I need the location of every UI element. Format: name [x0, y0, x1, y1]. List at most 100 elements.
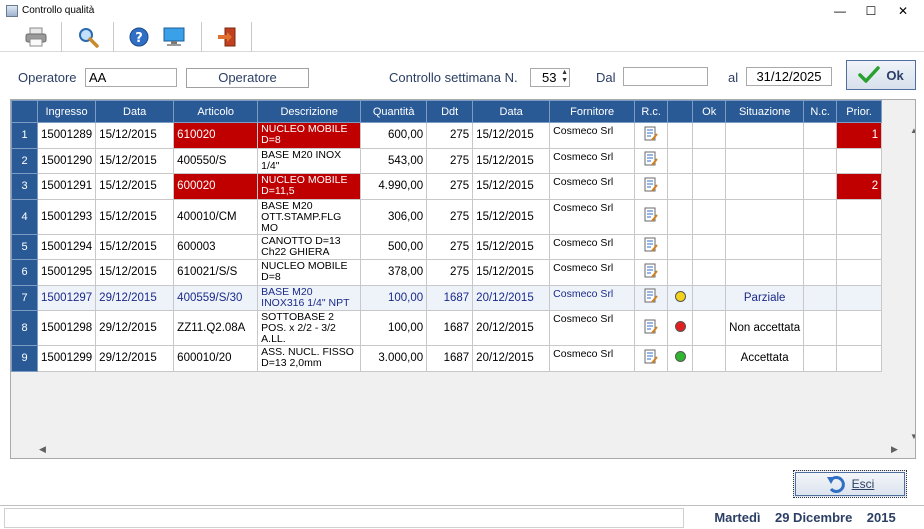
horizontal-scrollbar[interactable]: ◀ ▶ [11, 442, 910, 458]
cell-ok[interactable] [692, 147, 727, 174]
cell-rc[interactable] [634, 122, 669, 149]
cell-data[interactable]: 29/12/2015 [95, 310, 175, 346]
cell-prior[interactable] [836, 310, 883, 346]
document-edit-icon[interactable] [644, 207, 658, 223]
cell-rc[interactable] [634, 259, 669, 286]
cell-status[interactable] [667, 198, 694, 235]
search-button[interactable] [64, 22, 112, 52]
cell-prior[interactable]: 2 [836, 173, 883, 200]
cell-quantita[interactable]: 600,00 [360, 122, 428, 149]
cell-nc[interactable] [803, 173, 838, 200]
cell-rc[interactable] [634, 173, 669, 200]
header-rc[interactable]: R.c. [634, 100, 669, 123]
cell-ddt[interactable]: 1687 [426, 345, 474, 372]
cell-data[interactable]: 15/12/2015 [95, 122, 175, 149]
cell-status[interactable] [667, 173, 694, 200]
cell-fornitore[interactable]: Cosmeco Srl [549, 284, 636, 311]
document-edit-icon[interactable] [644, 288, 658, 304]
print-button[interactable] [12, 22, 60, 52]
scroll-left-icon[interactable]: ◀ [39, 444, 46, 455]
cell-ingresso[interactable]: 15001290 [36, 147, 97, 174]
document-edit-icon[interactable] [644, 177, 658, 193]
cell-prior[interactable] [836, 147, 883, 174]
cell-fornitore[interactable]: Cosmeco Srl [549, 147, 636, 174]
maximize-button[interactable]: ☐ [856, 2, 886, 20]
cell-status[interactable] [667, 284, 694, 311]
cell-data[interactable]: 15/12/2015 [95, 233, 175, 260]
cell-situazione[interactable] [725, 147, 805, 174]
cell-ddt[interactable]: 275 [426, 147, 474, 174]
cell-ddt[interactable]: 1687 [426, 284, 474, 311]
header-quantita[interactable]: Quantità [360, 100, 428, 123]
cell-articolo[interactable]: 600010/20 [173, 345, 259, 372]
header-prior[interactable]: Prior. [836, 100, 883, 123]
scroll-up-icon[interactable]: ▲ [910, 126, 915, 135]
cell-prior[interactable] [836, 259, 883, 286]
cell-descrizione[interactable]: ASS. NUCL. FISSO D=13 2,0mm [257, 345, 362, 372]
cell-data[interactable]: 29/12/2015 [95, 345, 175, 372]
cell-descrizione[interactable]: BASE M20 OTT.STAMP.FLG MO [257, 198, 362, 235]
cell-ok[interactable] [692, 259, 727, 286]
cell-articolo[interactable]: 400550/S [173, 147, 259, 174]
cell-fornitore[interactable]: Cosmeco Srl [549, 310, 636, 346]
cell-ok[interactable] [692, 345, 727, 372]
row-number[interactable]: 3 [11, 173, 38, 200]
table-row[interactable]: 4 15001293 15/12/2015 400010/CM BASE M20 OTT… [11, 198, 883, 235]
cell-descrizione[interactable]: NUCLEO MOBILE D=11,5 [257, 173, 362, 200]
quality-grid[interactable]: Ingresso Data Articolo Descrizione Quant… [10, 99, 916, 459]
cell-ddt[interactable]: 275 [426, 259, 474, 286]
header-ingresso[interactable]: Ingresso [36, 100, 97, 123]
cell-nc[interactable] [803, 259, 838, 286]
cell-ok[interactable] [692, 310, 727, 346]
cell-articolo[interactable]: 600003 [173, 233, 259, 260]
cell-articolo[interactable]: 400010/CM [173, 198, 259, 235]
table-row[interactable]: 9 15001299 29/12/2015 600010/20 ASS. NUCL. F… [11, 345, 883, 372]
cell-rc[interactable] [634, 284, 669, 311]
close-button[interactable]: ✕ [888, 2, 918, 20]
cell-ddt[interactable]: 275 [426, 233, 474, 260]
cell-prior[interactable] [836, 284, 883, 311]
cell-situazione[interactable]: Non accettata [725, 310, 805, 346]
header-nc[interactable]: N.c. [803, 100, 838, 123]
cell-nc[interactable] [803, 198, 838, 235]
row-number[interactable]: 8 [11, 310, 38, 346]
cell-ok[interactable] [692, 122, 727, 149]
cell-data[interactable]: 15/12/2015 [95, 147, 175, 174]
cell-data-ddt[interactable]: 15/12/2015 [472, 198, 551, 235]
cell-descrizione[interactable]: CANOTTO D=13 Ch22 GHIERA [257, 233, 362, 260]
cell-nc[interactable] [803, 233, 838, 260]
cell-quantita[interactable]: 4.990,00 [360, 173, 428, 200]
header-ddt[interactable]: Ddt [426, 100, 474, 123]
cell-status[interactable] [667, 233, 694, 260]
cell-nc[interactable] [803, 122, 838, 149]
header-situazione[interactable]: Situazione [725, 100, 805, 123]
row-number[interactable]: 6 [11, 259, 38, 286]
row-number[interactable]: 5 [11, 233, 38, 260]
cell-articolo[interactable]: 400559/S/30 [173, 284, 259, 311]
cell-articolo[interactable]: 600020 [173, 173, 259, 200]
cell-ingresso[interactable]: 15001295 [36, 259, 97, 286]
cell-situazione[interactable] [725, 122, 805, 149]
cell-ddt[interactable]: 1687 [426, 310, 474, 346]
cell-situazione[interactable] [725, 259, 805, 286]
cell-status[interactable] [667, 310, 694, 346]
row-number[interactable]: 1 [11, 122, 38, 149]
cell-ingresso[interactable]: 15001298 [36, 310, 97, 346]
operatore-input[interactable]: AA [85, 68, 177, 87]
cell-status[interactable] [667, 345, 694, 372]
cell-articolo[interactable]: 610020 [173, 122, 259, 149]
cell-data[interactable]: 29/12/2015 [95, 284, 175, 311]
row-number[interactable]: 9 [11, 345, 38, 372]
cell-fornitore[interactable]: Cosmeco Srl [549, 122, 636, 149]
document-edit-icon[interactable] [644, 126, 658, 142]
cell-ingresso[interactable]: 15001297 [36, 284, 97, 311]
header-status[interactable] [667, 100, 694, 123]
minimize-button[interactable]: — [825, 2, 855, 20]
document-edit-icon[interactable] [644, 319, 658, 335]
vertical-scrollbar[interactable]: ▲ ▼ [910, 100, 915, 458]
cell-ddt[interactable]: 275 [426, 198, 474, 235]
table-row[interactable]: 2 15001290 15/12/2015 400550/S BASE M20 INOX… [11, 147, 883, 174]
cell-fornitore[interactable]: Cosmeco Srl [549, 173, 636, 200]
document-edit-icon[interactable] [644, 151, 658, 167]
cell-data[interactable]: 15/12/2015 [95, 259, 175, 286]
